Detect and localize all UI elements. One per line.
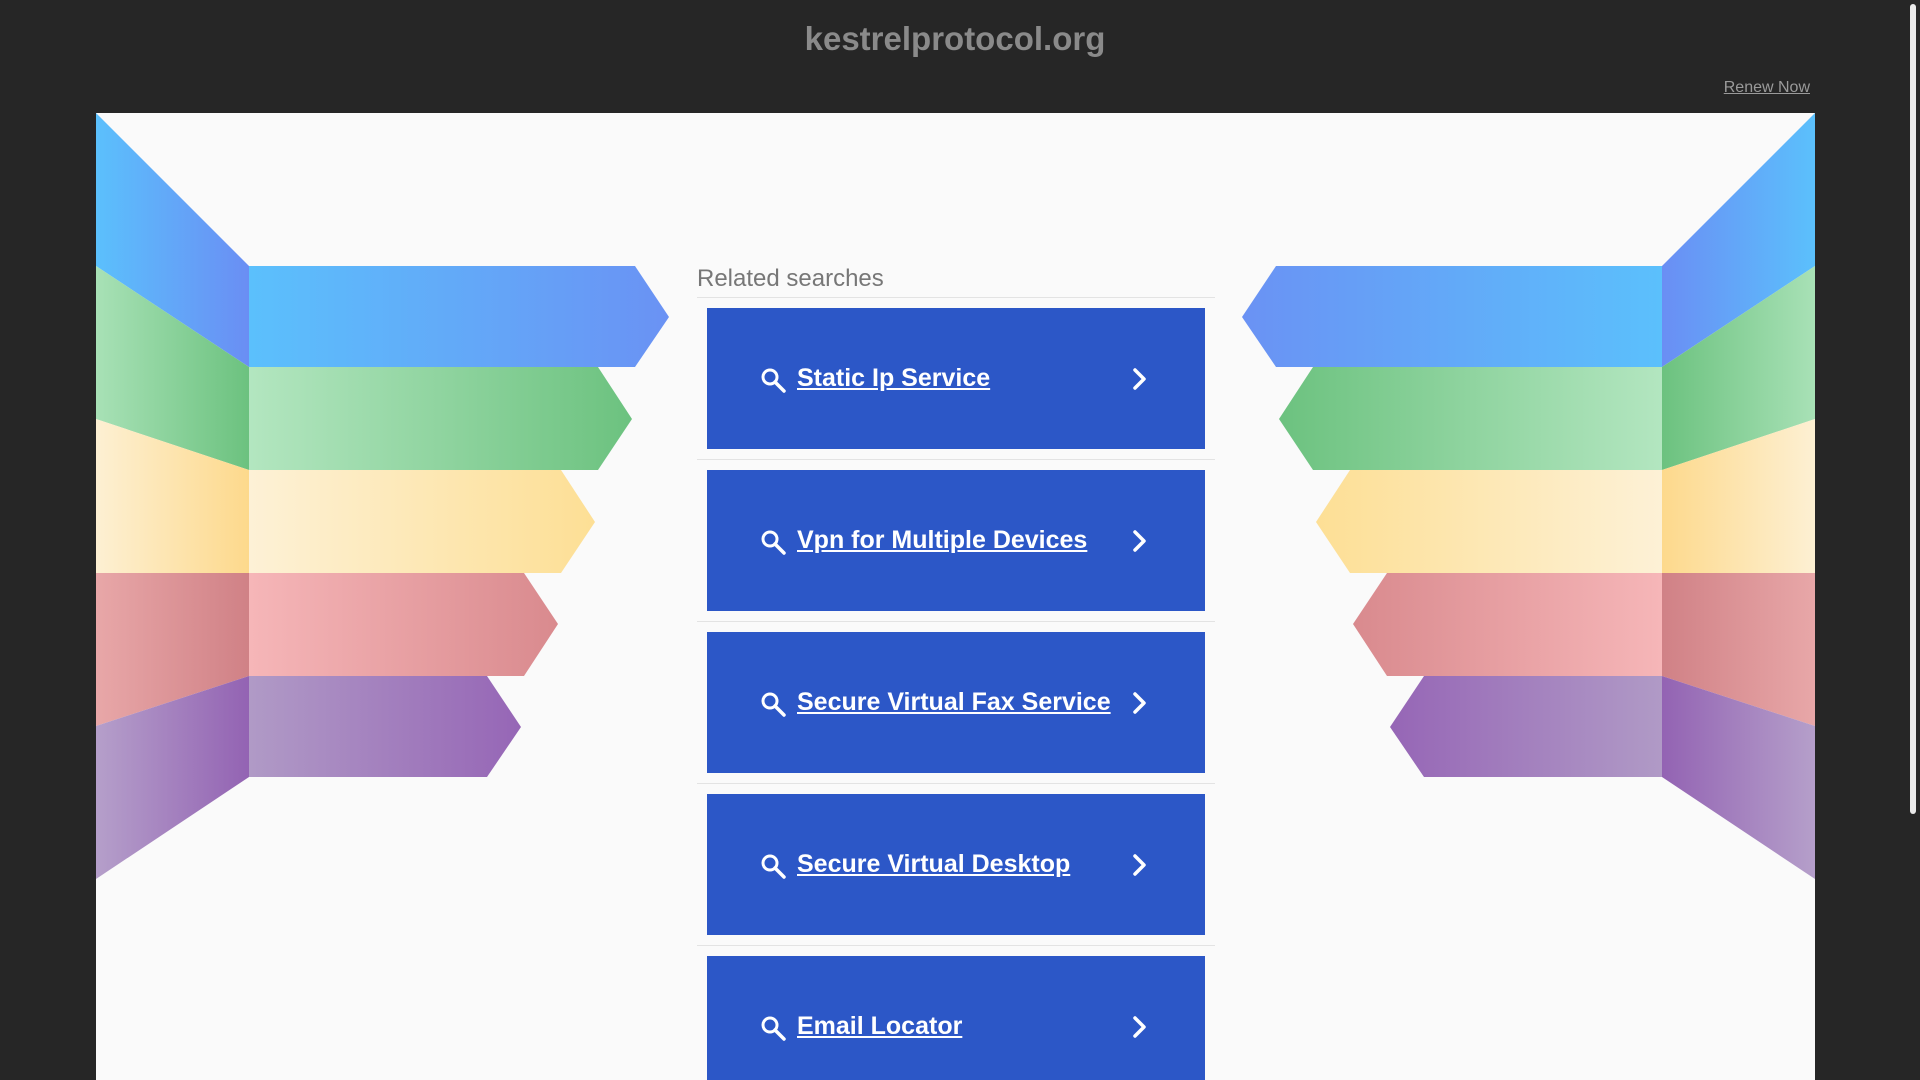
related-search-label: Email Locator bbox=[797, 1012, 963, 1040]
related-search-label: Static Ip Service bbox=[797, 364, 991, 392]
renew-now-link[interactable]: Renew Now bbox=[1724, 79, 1810, 97]
chevron-right-icon bbox=[1133, 1016, 1146, 1038]
main-panel: Related searches Static Ip Service Vpn f… bbox=[96, 113, 1815, 1080]
related-search-button[interactable]: Vpn for Multiple Devices bbox=[707, 470, 1205, 611]
search-icon bbox=[761, 368, 786, 393]
search-icon bbox=[761, 854, 786, 879]
vertical-scrollbar[interactable] bbox=[1904, 0, 1920, 1080]
chevron-right-icon bbox=[1133, 854, 1146, 876]
top-bar: kestrelprotocol.org Renew Now bbox=[0, 0, 1904, 113]
related-search-button[interactable]: Secure Virtual Desktop bbox=[707, 794, 1205, 935]
scrollbar-thumb[interactable] bbox=[1910, 4, 1916, 814]
list-item: Secure Virtual Desktop bbox=[697, 784, 1215, 946]
chevron-right-icon bbox=[1133, 692, 1146, 714]
list-item: Vpn for Multiple Devices bbox=[697, 460, 1215, 622]
list-item: Secure Virtual Fax Service bbox=[697, 622, 1215, 784]
list-item: Static Ip Service bbox=[697, 298, 1215, 460]
domain-title: kestrelprotocol.org bbox=[804, 20, 1106, 57]
related-search-button[interactable]: Secure Virtual Fax Service bbox=[707, 632, 1205, 773]
search-icon bbox=[761, 530, 786, 555]
related-searches-title: Related searches bbox=[697, 265, 1215, 298]
related-search-label: Secure Virtual Desktop bbox=[797, 850, 1071, 878]
search-icon bbox=[761, 692, 786, 717]
related-searches: Related searches Static Ip Service Vpn f… bbox=[697, 265, 1215, 1080]
chevron-right-icon bbox=[1133, 530, 1146, 552]
search-icon bbox=[761, 1016, 786, 1041]
chevron-right-icon bbox=[1133, 368, 1146, 390]
related-search-button[interactable]: Static Ip Service bbox=[707, 308, 1205, 449]
related-search-button[interactable]: Email Locator bbox=[707, 956, 1205, 1080]
related-search-label: Secure Virtual Fax Service bbox=[797, 688, 1111, 716]
list-item: Email Locator bbox=[697, 946, 1215, 1080]
related-search-label: Vpn for Multiple Devices bbox=[797, 526, 1088, 554]
